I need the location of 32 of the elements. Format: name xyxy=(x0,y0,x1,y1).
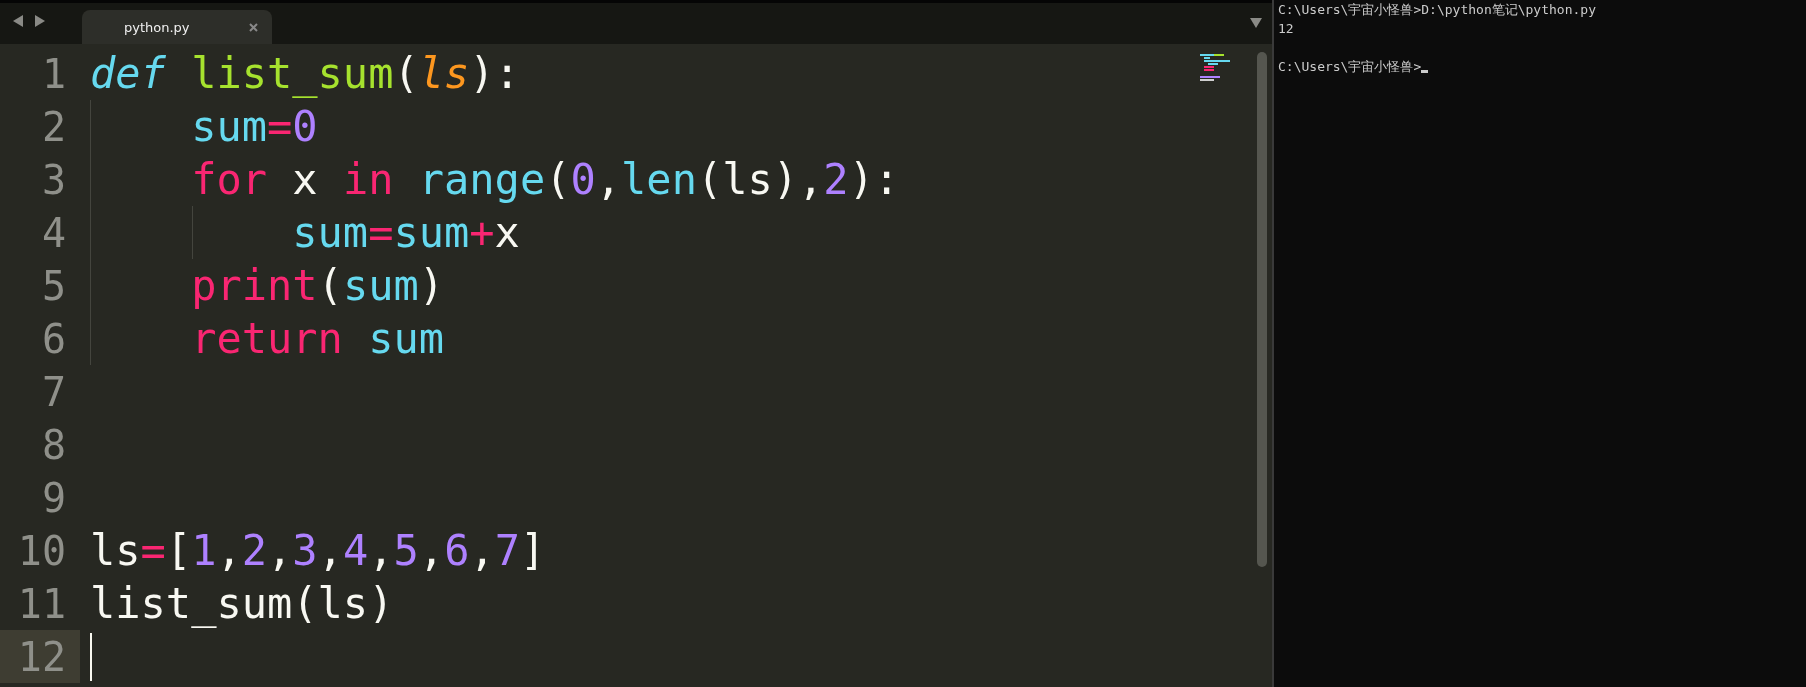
line-number: 6 xyxy=(41,315,66,362)
line-number: 12 xyxy=(17,633,66,680)
back-arrow-icon[interactable] xyxy=(12,14,24,28)
line-number: 4 xyxy=(41,209,66,256)
file-tab[interactable]: python.py xyxy=(82,10,272,44)
forward-arrow-icon[interactable] xyxy=(34,14,46,28)
code-line: sum=sum+x xyxy=(291,207,520,259)
terminal-line: C:\Users\宇宙小怪兽>D:\python笔记\python.py xyxy=(1278,1,1596,19)
line-number: 9 xyxy=(41,474,66,521)
terminal-line: 12 xyxy=(1278,20,1294,38)
line-number: 2 xyxy=(41,103,66,150)
code-line: sum=0 xyxy=(190,101,318,153)
line-number: 10 xyxy=(17,527,66,574)
line-number: 1 xyxy=(41,50,66,97)
code-line: def list_sum(ls): xyxy=(90,48,520,100)
minimap[interactable] xyxy=(1200,54,1230,82)
code-line: for x in range(0,len(ls),2): xyxy=(190,154,900,206)
line-number: 7 xyxy=(41,368,66,415)
text-cursor xyxy=(1421,70,1429,73)
terminal-line: C:\Users\宇宙小怪兽> xyxy=(1278,58,1422,76)
code-line: ls=[1,2,3,4,5,6,7] xyxy=(90,525,546,577)
dropdown-arrow-icon[interactable] xyxy=(1250,18,1262,28)
code-line: list_sum(ls) xyxy=(90,578,394,630)
code-line: return sum xyxy=(190,313,444,365)
scrollbar-thumb[interactable] xyxy=(1257,52,1267,567)
close-icon[interactable] xyxy=(249,22,258,32)
line-number: 8 xyxy=(41,421,66,468)
line-number: 3 xyxy=(41,156,66,203)
code-line: print(sum) xyxy=(190,260,445,312)
text-caret xyxy=(90,632,92,681)
line-number: 5 xyxy=(41,262,66,309)
line-number: 11 xyxy=(17,580,66,627)
